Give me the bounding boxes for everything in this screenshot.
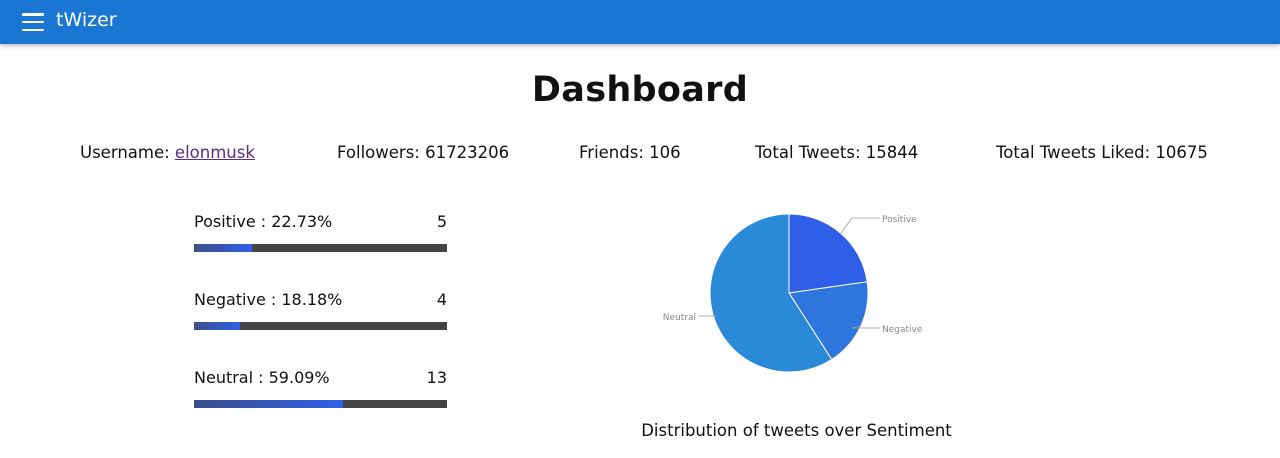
sentiment-count: 4	[436, 290, 447, 309]
pie-label-positive: Positive	[882, 215, 917, 225]
pie-slice-positive	[788, 213, 868, 294]
friends-stat: Friends: 106	[579, 143, 681, 162]
sentiment-label: Neutral : 59.09%	[194, 368, 330, 387]
sentiment-bar-positive: Positive : 22.73% 5	[194, 212, 447, 252]
sentiment-count: 13	[426, 368, 447, 387]
pie-label-leader	[840, 217, 880, 234]
followers-stat: Followers: 61723206	[337, 143, 510, 162]
sentiment-label: Negative : 18.18%	[194, 290, 343, 309]
progress-track	[194, 400, 447, 408]
app-title: tWizer	[56, 9, 117, 31]
pie-svg: Positive Negative Neutral	[663, 213, 923, 373]
progress-track	[194, 322, 447, 330]
sentiment-bar-negative: Negative : 18.18% 4	[194, 290, 447, 330]
progress-fill	[194, 322, 240, 330]
chart-caption: Distribution of tweets over Sentiment	[641, 421, 952, 440]
sentiment-count: 5	[436, 212, 447, 231]
total-tweets-stat: Total Tweets: 15844	[755, 143, 919, 162]
sentiment-bar-neutral: Neutral : 59.09% 13	[194, 368, 447, 408]
page-title: Dashboard	[531, 70, 749, 110]
menu-icon[interactable]	[22, 13, 44, 31]
progress-fill	[194, 400, 344, 408]
pie-label-neutral: Neutral	[663, 313, 696, 323]
pie-label-leader	[698, 314, 717, 317]
username-stat: Username: elonmusk	[80, 143, 255, 162]
username-label: Username:	[80, 143, 170, 162]
progress-fill	[194, 244, 252, 252]
total-liked-stat: Total Tweets Liked: 10675	[996, 143, 1208, 162]
sentiment-pie-chart: Positive Negative Neutral	[640, 180, 960, 400]
sentiment-label: Positive : 22.73%	[194, 212, 333, 231]
username-link[interactable]: elonmusk	[175, 143, 255, 162]
pie-label-negative: Negative	[882, 325, 923, 335]
progress-track	[194, 244, 447, 252]
top-app-bar: tWizer	[0, 0, 1280, 44]
